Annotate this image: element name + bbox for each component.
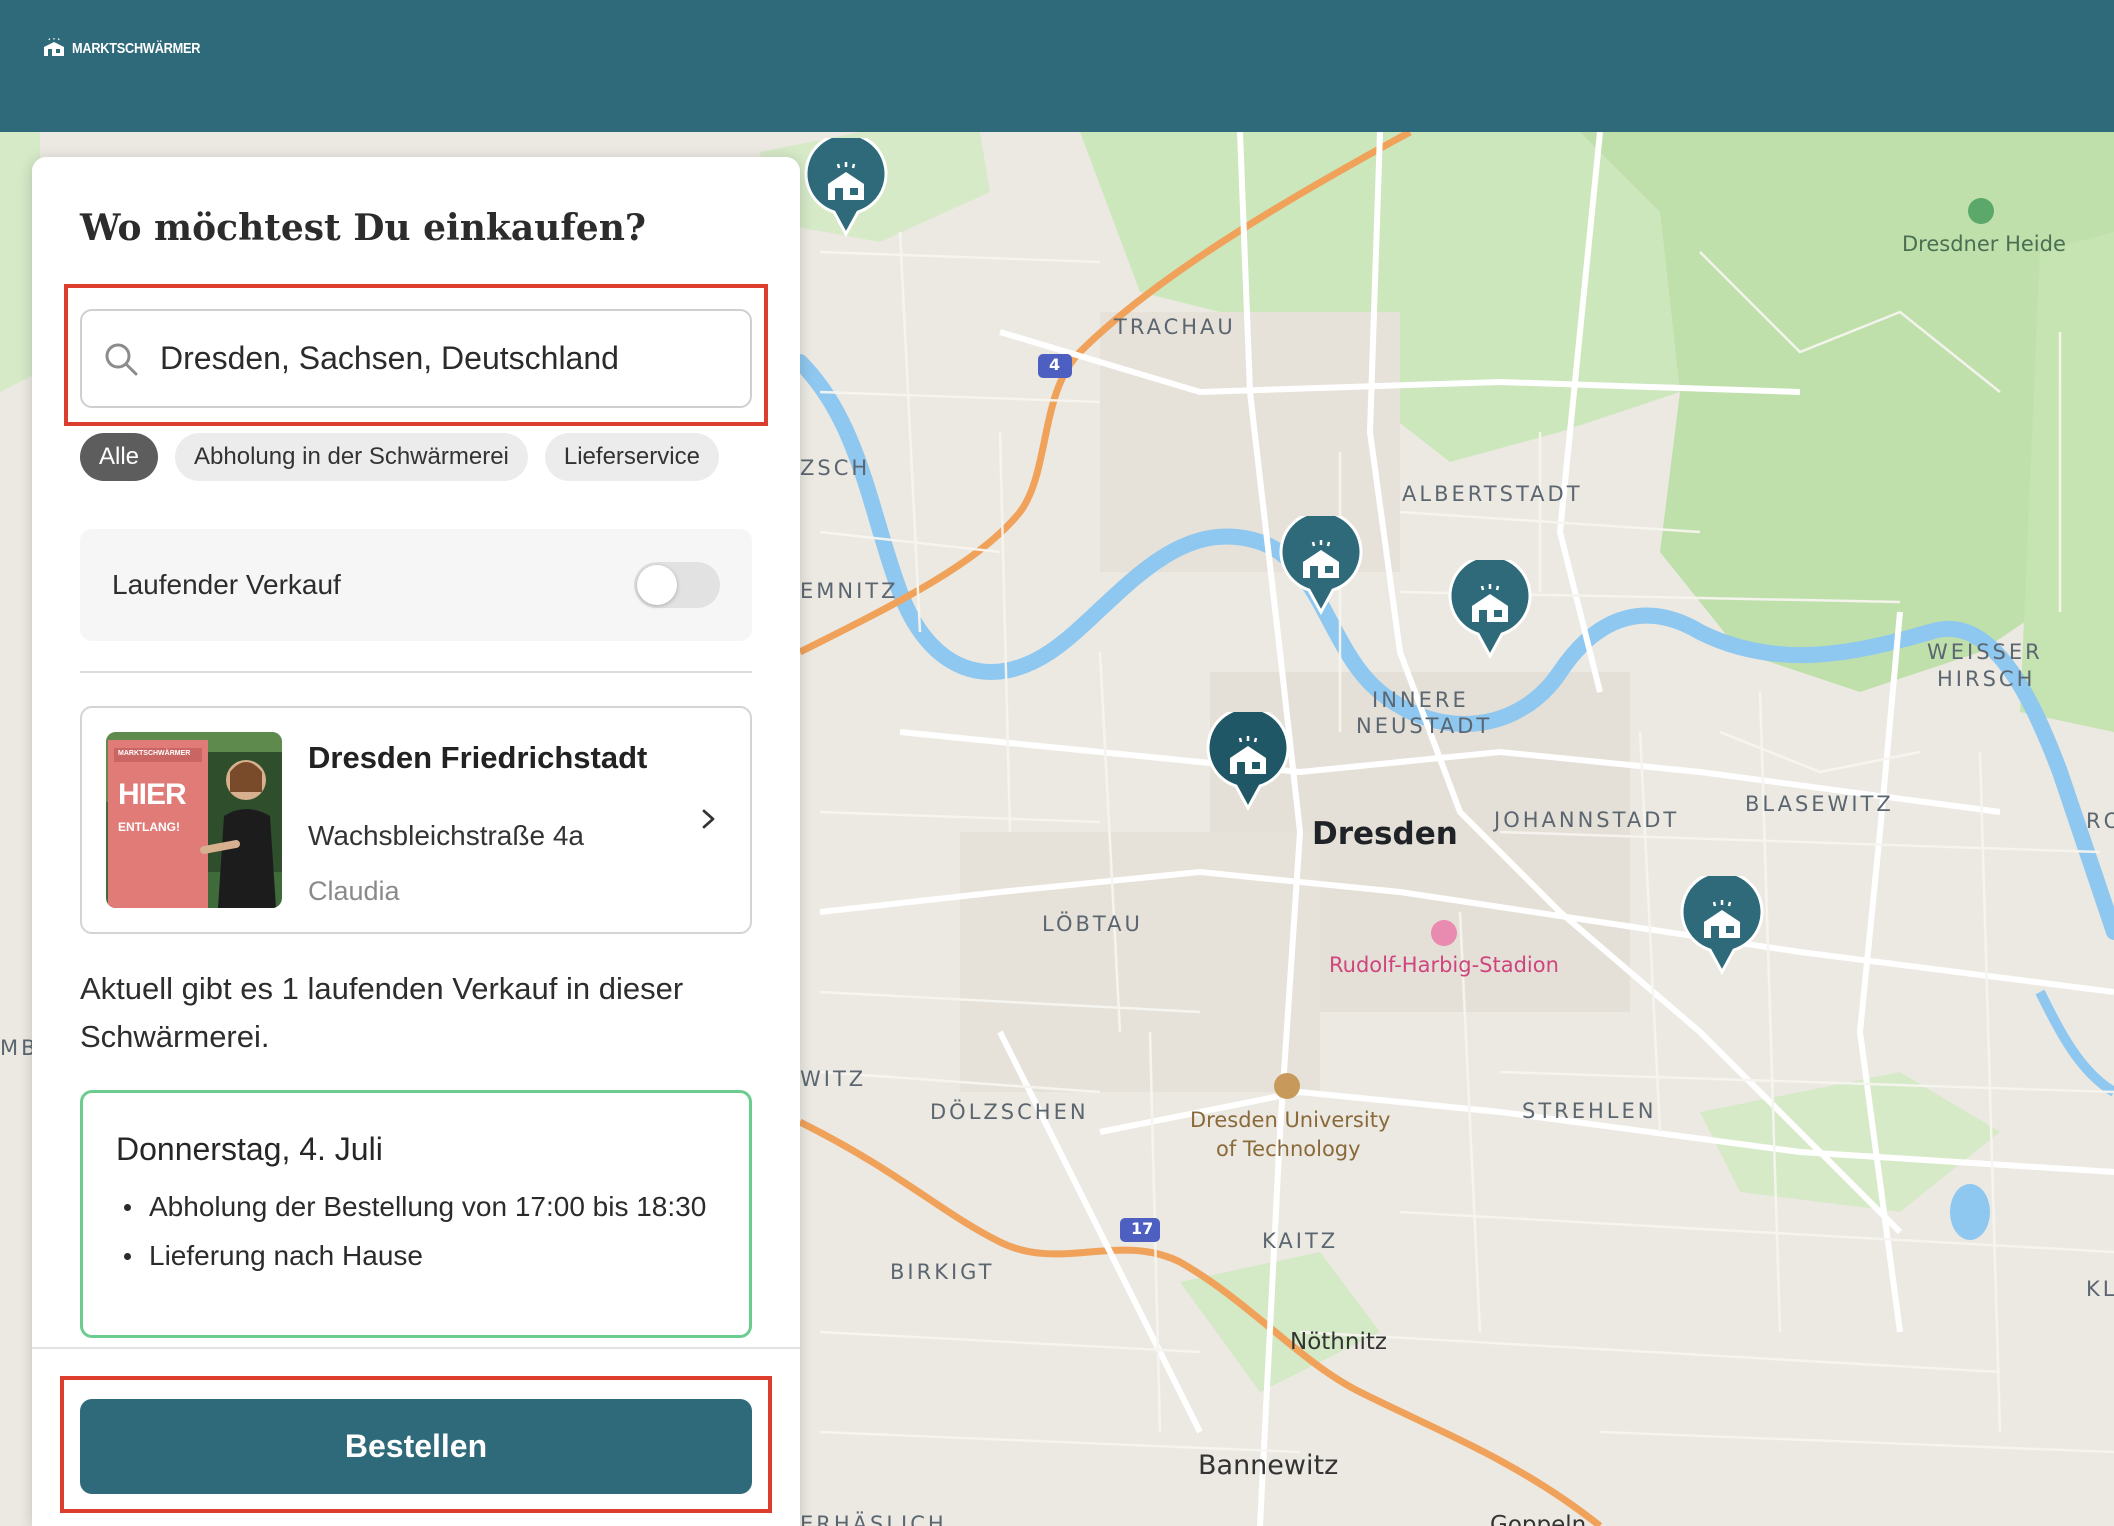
market-pin[interactable] [1279,516,1363,616]
road-number-17: 17 [1131,1219,1154,1238]
market-hall-icon [44,38,64,56]
label-bannewitz: Bannewitz [1198,1450,1339,1481]
label-loebtau: LÖBTAU [1042,912,1143,936]
photo-sign-subtitle: ENTLANG! [118,820,180,834]
sale-card[interactable]: Donnerstag, 4. Juli Abholung der Bestell… [80,1090,752,1338]
search-icon [105,343,138,375]
label-edge-witz: WITZ [800,1067,867,1091]
photo-sign-brand: MARKTSCHWÄRMER [118,750,191,757]
label-stadion: Rudolf-Harbig-Stadion [1329,953,1559,977]
shop-name: Dresden Friedrichstadt [308,740,648,775]
label-kaitz: KAITZ [1262,1229,1339,1253]
label-university-1: Dresden University [1190,1108,1391,1132]
label-trachau: TRACHAU [1114,315,1236,339]
sale-option-pickup: Abholung der Bestellung von 17:00 bis 18… [116,1191,716,1222]
label-weisser: WEISSER [1927,640,2043,664]
sale-options: Abholung der Bestellung von 17:00 bis 18… [116,1191,716,1289]
photo-sign-title: HIER [118,778,187,811]
label-birkigt: BIRKIGT [890,1260,995,1284]
label-dresdner-heide: Dresdner Heide [1902,232,2066,256]
market-pin[interactable] [1680,876,1764,976]
filter-chip-delivery[interactable]: Lieferservice [544,433,719,481]
label-edge-kl: KL [2086,1277,2114,1301]
toggle-knob [637,565,677,605]
filter-chip-pickup[interactable]: Abholung in der Schwärmerei [175,433,528,481]
sale-option-delivery: Lieferung nach Hause [116,1240,716,1271]
label-innere: INNERE [1372,688,1469,712]
label-dresden: Dresden [1312,816,1458,852]
market-pin[interactable] [1448,560,1532,660]
brand-name: MARKTSCHWÄRMER [72,39,201,57]
brand-logo[interactable]: MARKTSCHWÄRMER [42,38,223,58]
label-blasewitz: BLASEWITZ [1745,792,1894,816]
panel-title: Wo möchtest Du einkaufen? [80,207,646,249]
label-goppeln: Goppeln [1490,1512,1587,1526]
order-button[interactable]: Bestellen [80,1399,752,1494]
chevron-right-icon [702,809,715,829]
label-noethnitz: Nöthnitz [1290,1329,1387,1355]
running-sales-info: Aktuell gibt es 1 laufenden Verkauf in d… [80,971,684,1054]
search-input[interactable] [160,340,720,377]
label-edge-kemnitz: EMNITZ [800,579,899,603]
label-university-2: of Technology [1216,1137,1361,1161]
label-strehlen: STREHLEN [1522,1099,1657,1123]
label-johannstadt: JOHANNSTADT [1494,808,1680,832]
label-neustadt: NEUSTADT [1356,714,1493,738]
divider [80,671,752,673]
top-header: MARKTSCHWÄRMER [0,0,2114,132]
sale-date: Donnerstag, 4. Juli [116,1131,383,1167]
label-edge-zsch: ZSCH [800,456,871,480]
shop-host: Claudia [308,876,400,906]
shop-finder-panel: Wo möchtest Du einkaufen? Alle Abholung … [32,157,800,1526]
footer-divider [32,1347,800,1349]
label-albertstadt: ALBERTSTADT [1402,482,1583,506]
label-edge-ro: RO [2086,809,2114,833]
running-sale-toggle[interactable] [634,562,720,608]
label-edge-erhaeslich: ERHÄSLICH [800,1512,947,1526]
running-sale-filter: Laufender Verkauf [80,529,752,641]
shop-address: Wachsbleichstraße 4a [308,820,584,851]
label-doelzschen: DÖLZSCHEN [930,1100,1089,1124]
market-pin[interactable] [1206,712,1290,812]
market-pin[interactable] [804,138,888,238]
road-number-4: 4 [1049,355,1061,374]
shop-photo: MARKTSCHWÄRMER HIER ENTLANG! [106,732,282,908]
location-search[interactable] [80,309,752,408]
label-hirsch: HIRSCH [1937,667,2036,691]
filter-chip-all[interactable]: Alle [80,433,159,481]
running-sale-label: Laufender Verkauf [112,569,341,600]
filter-chips: Alle Abholung in der Schwärmerei Liefers… [80,433,719,481]
shop-card[interactable]: MARKTSCHWÄRMER HIER ENTLANG! Dresden Fri… [80,706,752,934]
